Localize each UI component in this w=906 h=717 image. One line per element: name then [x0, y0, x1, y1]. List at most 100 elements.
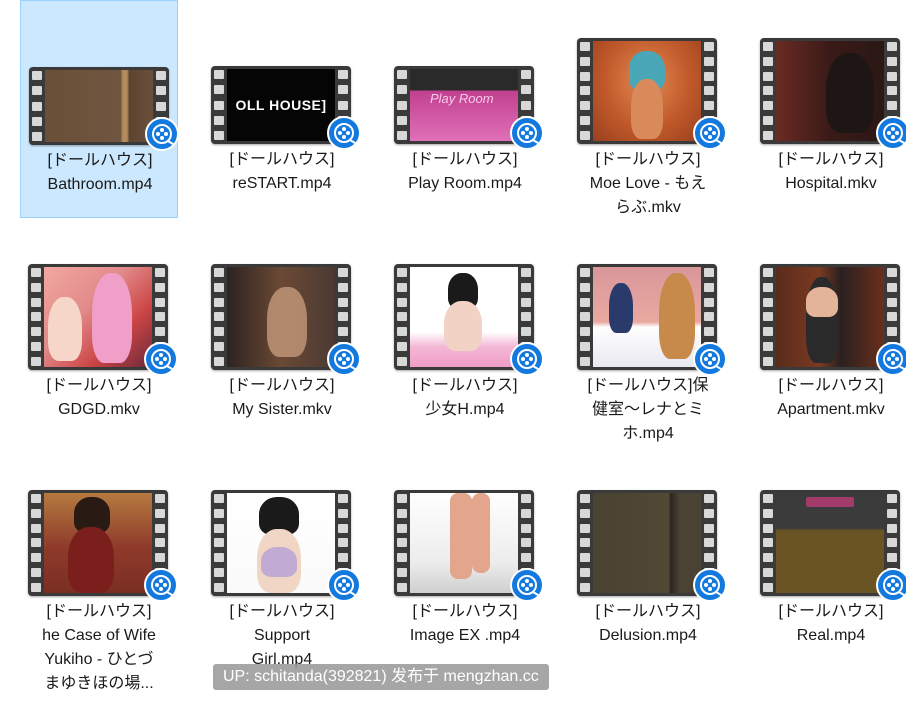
- film-sprocket-holes: [580, 494, 590, 592]
- film-sprocket-holes: [214, 70, 224, 140]
- file-item[interactable]: [ドールハウス] Bathroom.mp4: [20, 0, 179, 218]
- file-name[interactable]: [ドールハウス] Apartment.mkv: [752, 374, 906, 422]
- file-name-line1: [ドールハウス]: [595, 151, 701, 168]
- video-thumbnail: Play Room: [410, 69, 518, 141]
- file-item[interactable]: [ドールハウス]保 健室～レナとミ ホ.mp4: [569, 226, 727, 444]
- media-player-badge-glyph: [883, 349, 905, 370]
- file-name[interactable]: [ドールハウス] Play Room.mp4: [386, 148, 544, 196]
- file-name-line2: Support: [253, 627, 311, 644]
- media-player-badge-glyph: [334, 123, 356, 144]
- file-item[interactable]: OLL HOUSE] [ドールハウス] reSTART.mp4: [203, 0, 361, 218]
- video-file-icon[interactable]: [760, 264, 906, 376]
- file-name[interactable]: [ドールハウス] Delusion.mp4: [569, 600, 727, 648]
- video-file-icon[interactable]: [211, 490, 361, 602]
- file-item[interactable]: [ドールハウス] Apartment.mkv: [752, 226, 906, 444]
- media-player-badge-icon: [693, 116, 727, 150]
- file-item[interactable]: [ドールハウス] Support Girl.mp4: [203, 452, 361, 670]
- video-file-icon[interactable]: Play Room: [394, 66, 544, 150]
- film-sprocket-holes: [397, 70, 407, 140]
- video-file-icon[interactable]: [394, 490, 544, 602]
- film-sprocket-holes: [397, 268, 407, 366]
- video-file-icon[interactable]: [577, 490, 727, 602]
- file-name-line1: [ドールハウス]保: [587, 377, 709, 394]
- media-player-badge-glyph: [700, 575, 722, 596]
- file-name[interactable]: [ドールハウス]保 健室～レナとミ ホ.mp4: [569, 374, 727, 446]
- media-player-badge-icon: [510, 116, 544, 150]
- media-player-badge-icon: [510, 568, 544, 602]
- file-explorer-view: [ドールハウス] Bathroom.mp4 OLL HOUSE] [ドールハウス] re…: [0, 0, 906, 717]
- media-player-badge-glyph: [152, 124, 174, 145]
- video-file-icon[interactable]: [577, 264, 727, 376]
- file-name-line1: [ドールハウス]: [778, 377, 884, 394]
- file-name-line2: he Case of Wife: [42, 627, 156, 644]
- video-thumbnail: [593, 267, 701, 367]
- file-item[interactable]: [ドールハウス] Moe Love - もえ らぶ.mkv: [569, 0, 727, 218]
- file-name[interactable]: [ドールハウス] Support Girl.mp4: [203, 600, 361, 672]
- file-item[interactable]: [ドールハウス] 少女H.mp4: [386, 226, 544, 444]
- file-item[interactable]: [ドールハウス] Real.mp4: [752, 452, 906, 670]
- file-name[interactable]: [ドールハウス] My Sister.mkv: [203, 374, 361, 422]
- media-player-badge-glyph: [700, 349, 722, 370]
- file-name[interactable]: [ドールハウス] he Case of Wife Yukiho - ひとづ まゆきほの…: [20, 600, 178, 696]
- video-file-icon[interactable]: OLL HOUSE]: [211, 66, 361, 150]
- file-name[interactable]: [ドールハウス] Hospital.mkv: [752, 148, 906, 196]
- video-thumbnail: [593, 493, 701, 593]
- file-item[interactable]: [ドールハウス] Hospital.mkv: [752, 0, 906, 218]
- thumbnail-caption: Play Room: [430, 91, 494, 106]
- file-name[interactable]: [ドールハウス] Moe Love - もえ らぶ.mkv: [569, 148, 727, 220]
- file-name[interactable]: [ドールハウス] Bathroom.mp4: [21, 149, 179, 197]
- film-sprocket-holes: [214, 494, 224, 592]
- media-player-badge-icon: [876, 568, 906, 602]
- media-player-badge-glyph: [883, 123, 905, 144]
- video-file-icon[interactable]: [760, 38, 906, 150]
- file-name-line1: [ドールハウス]: [229, 151, 335, 168]
- file-name-line1: [ドールハウス]: [595, 603, 701, 620]
- file-item[interactable]: [ドールハウス] Image EX .mp4: [386, 452, 544, 670]
- file-name[interactable]: [ドールハウス] Image EX .mp4: [386, 600, 544, 648]
- file-name-line1: [ドールハウス]: [46, 603, 152, 620]
- file-name-line1: [ドールハウス]: [46, 377, 152, 394]
- file-item[interactable]: [ドールハウス] My Sister.mkv: [203, 226, 361, 444]
- video-file-icon[interactable]: [394, 264, 544, 376]
- file-name-line2: Apartment.mkv: [777, 401, 885, 418]
- media-player-badge-icon: [876, 116, 906, 150]
- video-thumbnail: [44, 493, 152, 593]
- media-player-badge-icon: [144, 568, 178, 602]
- video-file-icon[interactable]: [29, 67, 179, 151]
- file-name-line2: My Sister.mkv: [232, 401, 332, 418]
- video-file-icon[interactable]: [577, 38, 727, 150]
- file-name-line1: [ドールハウス]: [412, 603, 518, 620]
- file-name-line2: 健室～レナとミ: [591, 401, 704, 418]
- file-name[interactable]: [ドールハウス] 少女H.mp4: [386, 374, 544, 422]
- file-name-line3: らぶ.mkv: [615, 199, 681, 216]
- file-item[interactable]: Play Room [ドールハウス] Play Room.mp4: [386, 0, 544, 218]
- video-thumbnail: [776, 493, 884, 593]
- film-sprocket-holes: [763, 494, 773, 592]
- film-sprocket-holes: [214, 268, 224, 366]
- file-item[interactable]: [ドールハウス] Delusion.mp4: [569, 452, 727, 670]
- film-sprocket-holes: [763, 42, 773, 140]
- film-sprocket-holes: [397, 494, 407, 592]
- file-name[interactable]: [ドールハウス] reSTART.mp4: [203, 148, 361, 196]
- video-file-icon[interactable]: [760, 490, 906, 602]
- video-thumbnail: [227, 267, 335, 367]
- file-name-line2: Bathroom.mp4: [47, 176, 153, 193]
- video-file-icon[interactable]: [28, 490, 178, 602]
- video-thumbnail: [227, 493, 335, 593]
- video-file-icon[interactable]: [28, 264, 178, 376]
- video-thumbnail: [776, 267, 884, 367]
- film-sprocket-holes: [763, 268, 773, 366]
- file-name-line2: Hospital.mkv: [785, 175, 877, 192]
- media-player-badge-glyph: [151, 349, 173, 370]
- file-item[interactable]: [ドールハウス] he Case of Wife Yukiho - ひとづ まゆきほの…: [20, 452, 178, 692]
- video-thumbnail: [45, 70, 153, 142]
- file-item[interactable]: [ドールハウス] GDGD.mkv: [20, 226, 178, 444]
- file-name[interactable]: [ドールハウス] Real.mp4: [752, 600, 906, 648]
- media-player-badge-icon: [693, 568, 727, 602]
- media-player-badge-icon: [144, 342, 178, 376]
- video-file-icon[interactable]: [211, 264, 361, 376]
- film-sprocket-holes: [31, 268, 41, 366]
- file-name[interactable]: [ドールハウス] GDGD.mkv: [20, 374, 178, 422]
- video-thumbnail: [593, 41, 701, 141]
- film-sprocket-holes: [32, 71, 42, 141]
